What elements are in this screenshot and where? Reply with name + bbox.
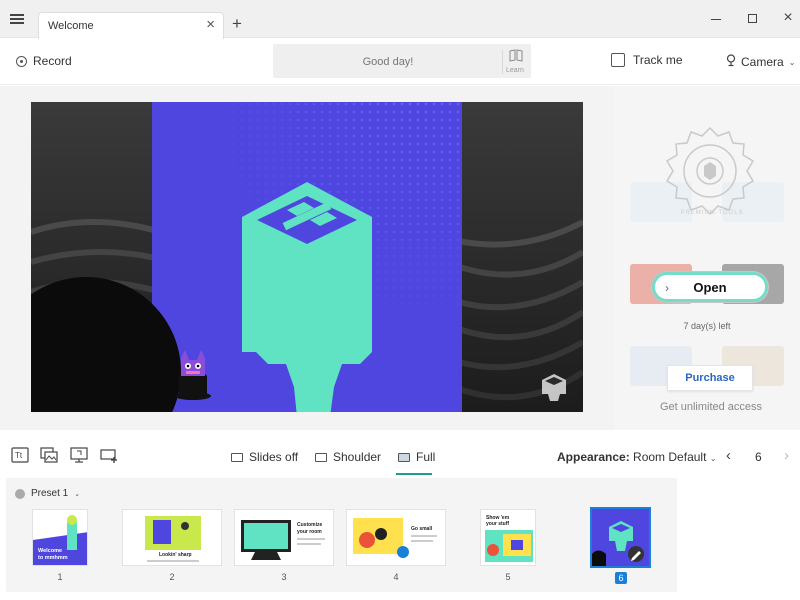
slide-thumbnail[interactable]: Welcome to mmhmm [32, 509, 88, 566]
record-icon [16, 55, 27, 67]
shoulder-icon [315, 452, 327, 462]
slide-thumb-art: Welcome to mmhmm [33, 510, 87, 565]
chevron-down-icon: ⌄ [709, 454, 717, 463]
image-icon[interactable] [40, 447, 58, 463]
appearance-dropdown[interactable]: Appearance: Room Default ⌄ [557, 450, 716, 464]
premium-seal-text: PREMIUM TOOLS [680, 210, 744, 216]
slide-thumb-art: Go small [347, 510, 445, 565]
bottom-toolbar: Tt Slides off Shoulder Full Appearance: … [0, 430, 800, 478]
slide-thumb-art: Lookin' sharp [123, 510, 221, 565]
tab-close-icon[interactable]: × [206, 17, 215, 33]
slide-number: 5 [505, 572, 511, 582]
slide-thumbnail[interactable]: Customize your room [234, 509, 334, 566]
slide-thumbnail-selected[interactable] [590, 507, 651, 568]
unlimited-access-text: Get unlimited access [659, 401, 763, 413]
close-button[interactable]: × [778, 10, 798, 26]
slide-number: 4 [393, 572, 399, 582]
book-icon[interactable] [509, 49, 523, 65]
page-number: 6 [755, 450, 762, 464]
full-icon [398, 452, 410, 462]
mode-label: Full [416, 450, 436, 464]
add-slide-icon[interactable] [100, 447, 118, 463]
maximize-icon [747, 14, 757, 23]
slide-thumbnail[interactable]: Lookin' sharp [122, 509, 222, 566]
open-label: Open [693, 279, 727, 295]
app-window: Welcome × + × Record Good day! Learn Tra… [0, 0, 800, 600]
camera-label: Camera [741, 55, 784, 69]
mascot-hat-icon [175, 350, 211, 400]
open-button[interactable]: › Open [652, 272, 768, 302]
preset-dropdown[interactable]: Preset 1 ⌄ [15, 488, 80, 499]
watermark-logo-icon [542, 374, 566, 401]
track-me-checkbox[interactable] [611, 53, 625, 67]
preset-label: Preset 1 [31, 488, 69, 499]
purchase-button[interactable]: Purchase [667, 365, 753, 391]
mode-slides-off[interactable]: Slides off [231, 450, 298, 464]
slide-thumbnail[interactable]: Go small [346, 509, 446, 566]
new-tab-button[interactable]: + [232, 15, 242, 32]
stage-preview[interactable] [31, 102, 583, 412]
slide-number: 2 [169, 572, 175, 582]
camera-dropdown[interactable]: Camera ⌄ [726, 54, 795, 70]
track-me-label: Track me [633, 53, 683, 67]
active-mode-indicator [396, 473, 432, 475]
record-button[interactable]: Record [16, 54, 72, 68]
appearance-value: Room Default [633, 450, 707, 464]
top-toolbar: Record Good day! Learn Track me Camera ⌄ [0, 39, 800, 85]
mode-shoulder[interactable]: Shoulder [315, 450, 381, 464]
teleprompter-divider [502, 50, 503, 74]
side-tab-1[interactable] [614, 86, 707, 116]
mode-label: Slides off [249, 450, 299, 464]
chevron-right-icon: › [665, 281, 669, 295]
svg-text:your stuff: your stuff [486, 521, 509, 527]
minimize-button[interactable] [706, 10, 726, 26]
svg-text:Lookin' sharp: Lookin' sharp [159, 552, 192, 558]
appearance-label: Appearance: [557, 450, 630, 464]
text-icon[interactable]: Tt [11, 447, 29, 463]
slide-number-selected: 6 [615, 572, 627, 584]
slides-strip: Preset 1 ⌄ Welcome to mmhmm 1 Lookin' sh… [6, 478, 677, 592]
svg-text:Welcome: Welcome [38, 548, 62, 554]
slide-thumbnail[interactable]: Show 'em your stuff [480, 509, 536, 566]
tab-title: Welcome [48, 20, 94, 32]
maximize-button[interactable] [742, 10, 762, 26]
tab-welcome[interactable]: Welcome × [38, 12, 224, 39]
side-tab-2[interactable] [707, 86, 800, 116]
svg-text:to mmhmm: to mmhmm [38, 555, 68, 561]
teleprompter-text: Good day! [362, 56, 414, 68]
side-tabs [614, 86, 800, 116]
record-label: Record [33, 54, 72, 68]
chevron-right-icon[interactable]: › [784, 447, 789, 464]
slide-thumb-art: Customize your room [235, 510, 333, 565]
slide-number: 1 [57, 572, 63, 582]
chevron-down-icon: ⌄ [74, 490, 81, 498]
learn-label[interactable]: Learn [506, 67, 524, 74]
slide-number: 3 [281, 572, 287, 582]
chevron-down-icon: ⌄ [788, 57, 796, 67]
title-bar: Welcome × + × [0, 0, 800, 39]
teleprompter-box[interactable]: Good day! Learn [273, 44, 531, 78]
slides-off-icon [231, 452, 243, 462]
hamburger-icon[interactable] [10, 14, 24, 24]
svg-text:Go small: Go small [411, 526, 433, 532]
track-me-toggle[interactable]: Track me [611, 53, 683, 67]
camera-icon [726, 54, 736, 70]
slide-thumb-art: Show 'em your stuff [481, 510, 535, 565]
mode-full[interactable]: Full [398, 450, 435, 464]
premium-seal-icon [665, 126, 755, 216]
svg-text:Customize: Customize [297, 522, 323, 528]
minimize-icon [711, 18, 721, 20]
svg-text:Tt: Tt [15, 451, 23, 460]
svg-text:your room: your room [297, 529, 322, 535]
trial-days-left: 7 day(s) left [683, 321, 731, 331]
mode-label: Shoulder [333, 450, 382, 464]
slide-thumb-art [592, 509, 649, 566]
chevron-left-icon[interactable]: ‹ [726, 447, 731, 464]
screen-share-icon[interactable] [70, 447, 88, 463]
preset-icon [15, 488, 25, 499]
